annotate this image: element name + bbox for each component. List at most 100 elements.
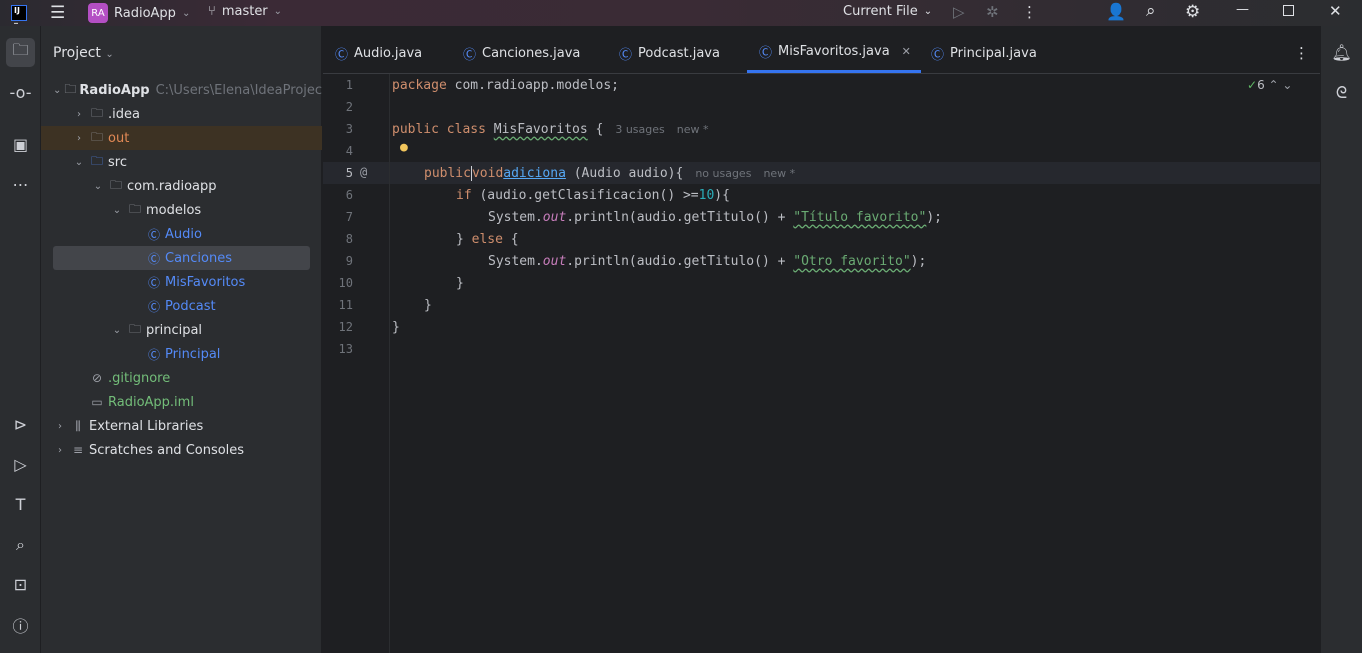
- tree-item-label: .idea: [108, 106, 140, 122]
- code-line-12: }: [392, 319, 400, 335]
- branch-name: master: [221, 4, 268, 19]
- code-line-1: package com.radioapp.modelos;: [392, 77, 619, 93]
- intention-bulb-icon[interactable]: ●: [400, 140, 408, 155]
- scratches-icon: ≡: [72, 443, 84, 457]
- tree-item[interactable]: Ⓒ Canciones: [53, 246, 310, 270]
- tree-item[interactable]: ⊘ .gitignore: [41, 366, 322, 390]
- line-number: 13: [338, 342, 353, 356]
- tree-item[interactable]: › 🗀 out: [41, 126, 322, 150]
- tree-item-label: Podcast: [165, 298, 216, 314]
- more-icon[interactable]: ⋮: [1022, 3, 1037, 21]
- chevron-down-icon[interactable]: ⌄: [110, 325, 124, 336]
- class-icon: Ⓒ: [147, 275, 160, 290]
- ai-assistant-icon[interactable]: ᘓ: [1327, 78, 1356, 107]
- tree-item[interactable]: ⌄ 🗀 modelos: [41, 198, 322, 222]
- project-panel-title[interactable]: Project ⌄: [53, 45, 114, 61]
- tree-item[interactable]: ▭ RadioApp.iml: [41, 390, 322, 414]
- tree-item[interactable]: › ≡ Scratches and Consoles: [41, 438, 322, 462]
- source-folder-icon: 🗀: [90, 153, 103, 168]
- line-number: 12: [338, 320, 353, 334]
- folder-icon: 🗀: [90, 105, 103, 120]
- run-icon[interactable]: ▷: [953, 3, 965, 21]
- tree-item[interactable]: Ⓒ Audio: [41, 222, 322, 246]
- tab-misfavoritos-java[interactable]: Ⓒ MisFavoritos.java ✕: [747, 33, 921, 73]
- class-icon: Ⓒ: [147, 227, 160, 242]
- tree-item[interactable]: ⌄ 🗀 principal: [41, 318, 322, 342]
- line-number: 3: [345, 122, 353, 136]
- minimize-icon[interactable]: —: [1236, 2, 1249, 17]
- main-menu-icon[interactable]: ☰: [50, 3, 65, 23]
- at-override-icon[interactable]: @: [360, 165, 367, 179]
- close-window-icon[interactable]: ✕: [1329, 2, 1342, 20]
- branch-icon: ⑂: [208, 4, 216, 19]
- left-tool-strip: 🗀 -o- ▣ ⋯ ⊳ ▷ T ⌕ ⊡ ⓘ: [0, 26, 41, 653]
- commit-tool-icon[interactable]: -o-: [6, 78, 35, 107]
- usages-hint[interactable]: no usages: [695, 167, 751, 180]
- project-selector[interactable]: RA RadioApp ⌄: [88, 3, 190, 23]
- run-config-label: Current File: [843, 4, 918, 19]
- editor-tabs: Ⓒ Audio.java Ⓒ Canciones.java Ⓒ Podcast.java Ⓒ…: [323, 33, 1320, 74]
- chevron-right-icon[interactable]: ›: [72, 133, 86, 144]
- tree-item[interactable]: › ⫼ External Libraries: [41, 414, 322, 438]
- tree-item-label: Canciones: [165, 250, 233, 266]
- inspections-widget[interactable]: ✓6 ⌃ ⌄: [1247, 78, 1292, 92]
- author-hint[interactable]: new *: [763, 167, 795, 180]
- tree-item[interactable]: ⌄ 🗀 RadioApp C:\Users\Elena\IdeaProjec: [41, 78, 322, 102]
- tree-item[interactable]: Ⓒ MisFavoritos: [41, 270, 322, 294]
- ignore-file-icon: ⊘: [91, 371, 103, 385]
- tree-item[interactable]: ⌄ 🗀 com.radioapp: [41, 174, 322, 198]
- line-number: 10: [338, 276, 353, 290]
- project-tool-icon[interactable]: 🗀: [6, 38, 35, 67]
- settings-icon[interactable]: ⚙: [1185, 2, 1200, 22]
- chevron-right-icon[interactable]: ›: [53, 445, 67, 456]
- project-badge: RA: [88, 3, 108, 23]
- add-user-icon[interactable]: 👤: [1106, 2, 1126, 21]
- services-icon[interactable]: ⊳: [6, 410, 35, 439]
- find-icon[interactable]: ⌕: [6, 530, 35, 559]
- line-number: 5: [345, 166, 353, 180]
- chevron-right-icon[interactable]: ›: [72, 109, 86, 120]
- tree-item-label: RadioApp.iml: [108, 394, 194, 410]
- tab-canciones-java[interactable]: Ⓒ Canciones.java: [463, 33, 580, 73]
- tree-item[interactable]: Ⓒ Podcast: [41, 294, 322, 318]
- problems-icon[interactable]: ⓘ: [6, 610, 35, 639]
- tree-item[interactable]: ⌄ 🗀 src: [41, 150, 322, 174]
- line-number: 9: [345, 254, 353, 268]
- chevron-down-icon[interactable]: ⌄: [110, 205, 124, 216]
- usages-hint[interactable]: 3 usages: [615, 123, 664, 136]
- more-tools-icon[interactable]: ⋯: [6, 170, 35, 199]
- line-number: 2: [345, 100, 353, 114]
- chevron-down-icon[interactable]: ⌄: [91, 181, 105, 192]
- tree-item[interactable]: › 🗀 .idea: [41, 102, 322, 126]
- close-tab-icon[interactable]: ✕: [902, 45, 911, 58]
- class-icon: Ⓒ: [463, 47, 477, 63]
- branch-selector[interactable]: ⑂ master ⌄: [208, 4, 282, 19]
- run-tool-icon[interactable]: ▷: [6, 450, 35, 479]
- search-icon[interactable]: ⌕: [1146, 1, 1156, 21]
- tree-item-path: C:\Users\Elena\IdeaProjec: [155, 82, 322, 98]
- author-hint[interactable]: new *: [677, 123, 709, 136]
- tab-audio-java[interactable]: Ⓒ Audio.java: [335, 33, 422, 73]
- structure-tool-icon[interactable]: ▣: [6, 130, 35, 159]
- terminal-icon[interactable]: ⊡: [6, 570, 35, 599]
- chevron-right-icon[interactable]: ›: [53, 421, 67, 432]
- debug-icon[interactable]: ✲: [986, 3, 999, 21]
- title-bar: IJ _ ☰ RA RadioApp ⌄ ⑂ master ⌄ Current Fil…: [0, 0, 1362, 26]
- chevron-down-icon[interactable]: ⌄: [72, 157, 86, 168]
- tree-item[interactable]: Ⓒ Principal: [41, 342, 322, 366]
- line-number: 8: [345, 232, 353, 246]
- tree-item-label: Principal: [165, 346, 221, 362]
- code-line-10: }: [456, 275, 464, 291]
- maximize-icon[interactable]: [1283, 5, 1294, 16]
- code-line-5: public void adiciona (Audio audio){no us…: [424, 165, 796, 181]
- notifications-icon[interactable]: 🔔︎: [1327, 38, 1356, 67]
- package-icon: 🗀: [109, 177, 122, 192]
- tab-podcast-java[interactable]: Ⓒ Podcast.java: [619, 33, 720, 73]
- run-config-selector[interactable]: Current File ⌄: [843, 4, 932, 19]
- build-icon[interactable]: T: [6, 490, 35, 519]
- chevron-down-icon[interactable]: ⌄: [53, 85, 61, 96]
- code-editor[interactable]: 1 2 3 4 5 6 7 8 9 10 11 12 13 @ ● package com.radioa…: [323, 74, 1320, 653]
- iml-file-icon: ▭: [91, 395, 103, 409]
- tab-principal-java[interactable]: Ⓒ Principal.java: [931, 33, 1037, 73]
- tabs-more-icon[interactable]: ⋮: [1294, 44, 1309, 62]
